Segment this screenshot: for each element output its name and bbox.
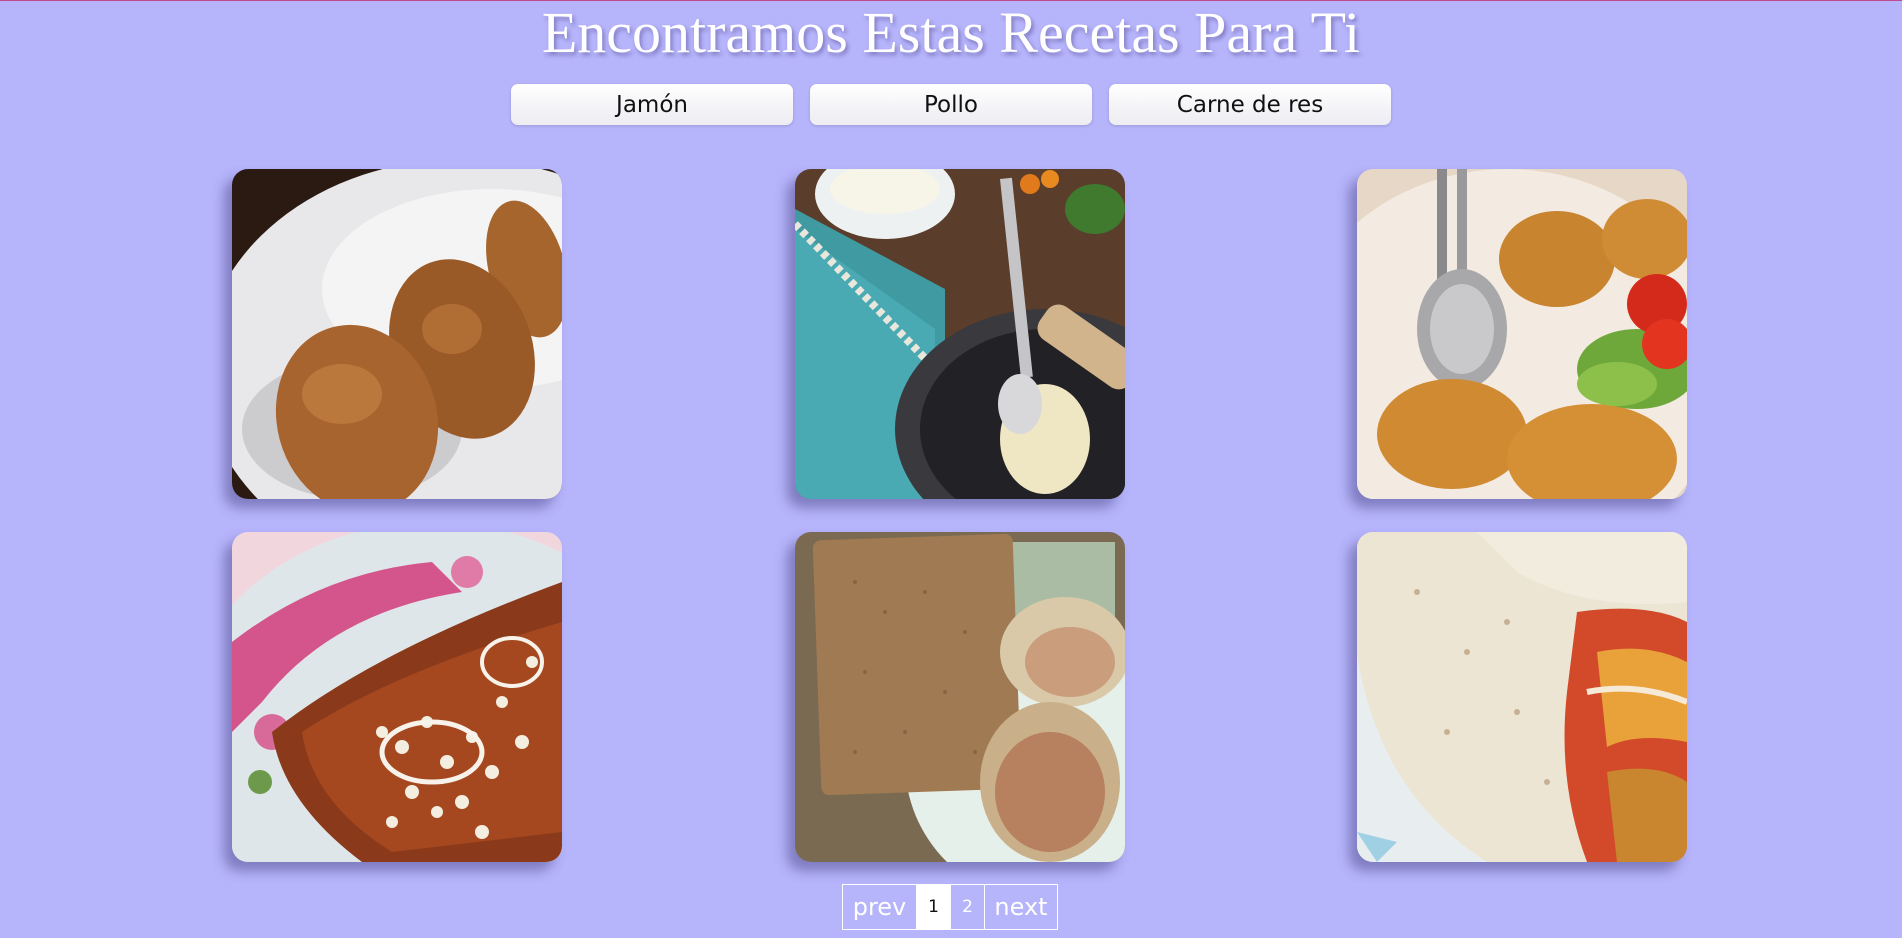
filter-button-jamon[interactable]: Jamón bbox=[511, 84, 793, 125]
next-page-button[interactable]: next bbox=[985, 885, 1057, 929]
page-button-1[interactable]: 1 bbox=[917, 885, 951, 929]
recipe-image-tortilla-wrap bbox=[1357, 532, 1687, 862]
recipe-card[interactable] bbox=[795, 532, 1125, 862]
page-button-2[interactable]: 2 bbox=[951, 885, 985, 929]
pagination: prev 1 2 next bbox=[842, 884, 1058, 930]
recipe-image-croquettes-with-tomato-salad bbox=[1357, 169, 1687, 499]
recipe-card[interactable] bbox=[232, 532, 562, 862]
prev-page-button[interactable]: prev bbox=[843, 885, 917, 929]
recipe-image-crispbread-and-cabbage-rolls bbox=[795, 532, 1125, 862]
filter-button-carne-de-res[interactable]: Carne de res bbox=[1109, 84, 1391, 125]
page-title: Encontramos Estas Recetas Para Ti bbox=[541, 0, 1361, 65]
recipe-image-enchiladas-with-cheese-and-onion bbox=[232, 532, 562, 862]
recipe-card[interactable] bbox=[232, 169, 562, 499]
recipe-card[interactable] bbox=[1357, 169, 1687, 499]
recipe-image-croquettes-with-mayonnaise-and-spoon bbox=[795, 169, 1125, 499]
filter-button-pollo[interactable]: Pollo bbox=[810, 84, 1092, 125]
recipe-card[interactable] bbox=[1357, 532, 1687, 862]
recipe-image-croquettes-on-white-plate bbox=[232, 169, 562, 499]
recipe-card[interactable] bbox=[795, 169, 1125, 499]
filter-bar: Jamón Pollo Carne de res bbox=[0, 84, 1902, 125]
